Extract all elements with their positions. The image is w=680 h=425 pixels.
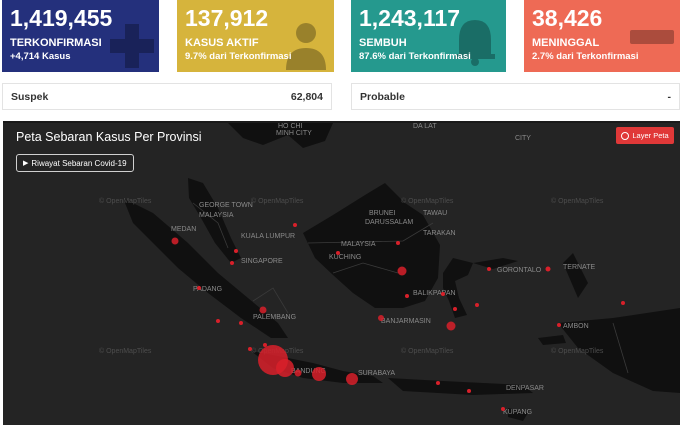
place-label: SURABAYA xyxy=(358,370,395,377)
place-label: MEDAN xyxy=(171,226,196,233)
map-title: Peta Sebaran Kasus Per Provinsi xyxy=(16,130,202,144)
layer-icon xyxy=(621,131,630,140)
case-marker xyxy=(230,261,234,265)
place-label: CITY xyxy=(515,135,531,142)
deaths-count: 38,426 xyxy=(532,5,603,31)
map-layer-button[interactable]: Layer Peta xyxy=(616,127,674,144)
case-marker xyxy=(396,241,400,245)
case-marker xyxy=(441,292,445,296)
recovered-card: 1,243,117 SEMBUH 87.6% dari Terkonfirmas… xyxy=(351,0,506,72)
svg-text:© OpenMapTiles: © OpenMapTiles xyxy=(401,197,454,205)
place-label: MALAYSIA xyxy=(199,212,234,219)
case-marker xyxy=(557,323,561,327)
place-label: KUCHING xyxy=(329,254,361,261)
confirmed-count: 1,419,455 xyxy=(10,5,113,31)
province-map[interactable]: © OpenMapTiles © OpenMapTiles © OpenMapT… xyxy=(3,121,680,425)
case-marker xyxy=(397,266,407,276)
active-label: KASUS AKTIF xyxy=(185,37,259,49)
case-marker xyxy=(171,237,179,245)
deaths-label: MENINGGAL xyxy=(532,37,600,49)
place-label: GORONTALO xyxy=(497,267,542,274)
recovered-percentage: 87.6% dari Terkonfirmasi xyxy=(359,51,471,62)
deaths-percentage: 2.7% dari Terkonfirmasi xyxy=(532,51,639,62)
active-card: 137,912 KASUS AKTIF 9.7% dari Terkonfirm… xyxy=(177,0,334,72)
case-marker xyxy=(453,307,457,311)
place-label: TAWAU xyxy=(423,210,447,217)
place-label: KUALA LUMPUR xyxy=(241,233,295,240)
case-marker xyxy=(467,389,471,393)
play-icon: ▶ xyxy=(23,160,29,167)
place-label: MINH CITY xyxy=(276,130,312,137)
place-label: MALAYSIA xyxy=(341,241,376,248)
case-marker xyxy=(216,319,220,323)
active-percentage: 9.7% dari Terkonfirmasi xyxy=(185,51,292,62)
confirmed-label: TERKONFIRMASI xyxy=(10,37,102,49)
map-layer-label: Layer Peta xyxy=(632,131,669,140)
svg-text:© OpenMapTiles: © OpenMapTiles xyxy=(99,347,152,355)
suspek-value: 62,804 xyxy=(290,90,323,103)
case-marker xyxy=(621,301,625,305)
covid-history-label: Riwayat Sebaran Covid-19 xyxy=(31,158,127,168)
case-marker xyxy=(197,286,201,290)
case-marker xyxy=(259,306,267,314)
active-count: 137,912 xyxy=(185,5,269,31)
place-label: DA LAT xyxy=(413,123,437,130)
svg-text:© OpenMapTiles: © OpenMapTiles xyxy=(551,347,604,355)
probable-label: Probable xyxy=(360,90,405,103)
probable-value: - xyxy=(667,90,672,103)
svg-text:© OpenMapTiles: © OpenMapTiles xyxy=(401,347,454,355)
suspek-row: Suspek 62,804 xyxy=(2,83,332,110)
place-label: KUPANG xyxy=(503,409,532,416)
case-marker xyxy=(312,367,326,381)
svg-text:© OpenMapTiles: © OpenMapTiles xyxy=(99,197,152,205)
case-marker xyxy=(446,321,456,331)
case-marker xyxy=(436,381,440,385)
case-marker xyxy=(487,267,491,271)
case-marker xyxy=(293,223,297,227)
case-marker xyxy=(239,321,243,325)
covid-history-button[interactable]: ▶ Riwayat Sebaran Covid-19 xyxy=(16,154,134,172)
svg-text:© OpenMapTiles: © OpenMapTiles xyxy=(551,197,604,205)
case-marker xyxy=(248,347,252,351)
svg-text:© OpenMapTiles: © OpenMapTiles xyxy=(251,197,304,205)
confirmed-new-cases: +4,714 Kasus xyxy=(10,51,71,62)
case-marker xyxy=(294,369,302,377)
deaths-card: 38,426 MENINGGAL 2.7% dari Terkonfirmasi xyxy=(524,0,680,72)
recovered-label: SEMBUH xyxy=(359,37,407,49)
confirmed-card: 1,419,455 TERKONFIRMASI +4,714 Kasus xyxy=(2,0,159,72)
place-label: AMBON xyxy=(563,323,589,330)
case-marker xyxy=(405,294,409,298)
place-label: PALEMBANG xyxy=(253,314,296,321)
place-label: GEORGE TOWN xyxy=(199,202,253,209)
recovered-count: 1,243,117 xyxy=(359,5,461,31)
place-label: DENPASAR xyxy=(506,385,544,392)
case-marker xyxy=(234,249,238,253)
probable-row: Probable - xyxy=(351,83,680,110)
place-label: BANJARMASIN xyxy=(381,318,431,325)
case-marker xyxy=(475,303,479,307)
place-label: TARAKAN xyxy=(423,230,456,237)
case-marker xyxy=(276,359,294,377)
case-marker xyxy=(545,266,551,272)
place-label: HO CHI xyxy=(278,123,303,130)
suspek-label: Suspek xyxy=(11,90,49,103)
case-marker xyxy=(336,251,340,255)
place-label: TERNATE xyxy=(563,264,595,271)
place-label: BRUNEI xyxy=(369,210,396,217)
case-marker xyxy=(501,407,505,411)
place-label: SINGAPORE xyxy=(241,258,283,265)
place-label: DARUSSALAM xyxy=(365,219,413,226)
case-marker xyxy=(346,373,358,385)
place-label: BALIKPAPAN xyxy=(413,290,456,297)
case-marker xyxy=(263,343,267,347)
case-marker xyxy=(378,315,384,321)
